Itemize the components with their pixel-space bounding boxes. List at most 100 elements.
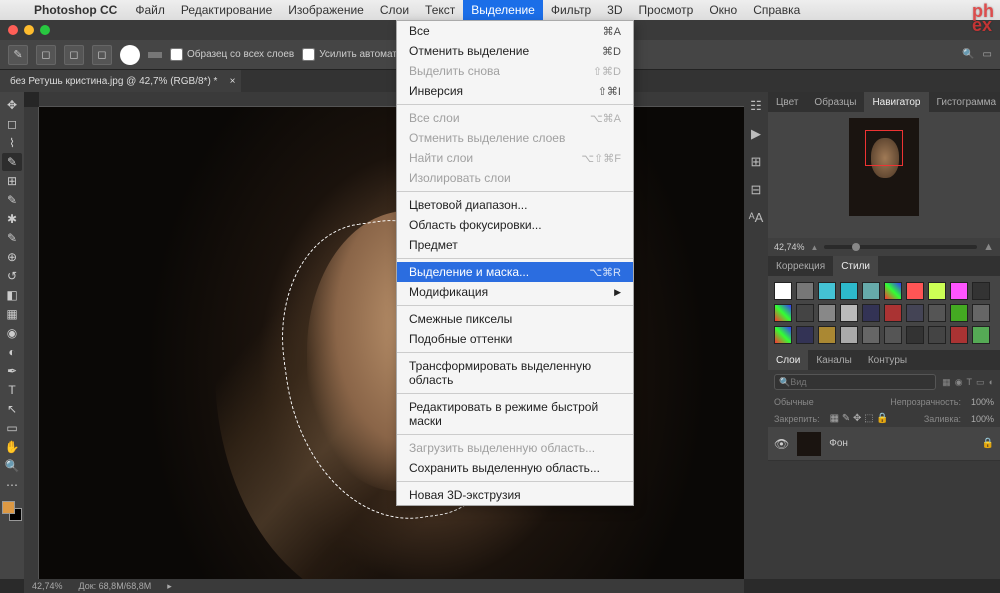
edit-toolbar-icon[interactable]: ⋯	[2, 476, 22, 494]
brush-tool[interactable]: ✎	[2, 229, 22, 247]
zoom-slider[interactable]	[824, 245, 977, 249]
para-panel-icon[interactable]: ⊟	[751, 182, 762, 198]
style-swatch[interactable]	[818, 304, 836, 322]
history-brush-tool[interactable]: ↺	[2, 267, 22, 285]
style-swatch[interactable]	[862, 326, 880, 344]
panel-tab[interactable]: Цвет	[768, 92, 806, 112]
panel-tab[interactable]: Стили	[833, 256, 878, 276]
layer-row[interactable]: 👁 Фон 🔒	[768, 427, 1000, 461]
style-swatch[interactable]	[906, 326, 924, 344]
crop-tool[interactable]: ⊞	[2, 172, 22, 190]
menu-item[interactable]: Модификация▶	[397, 282, 633, 302]
blend-mode-select[interactable]: Обычные	[774, 397, 814, 407]
style-swatch[interactable]	[862, 282, 880, 300]
style-swatch[interactable]	[950, 304, 968, 322]
traffic-zoom-icon[interactable]	[40, 25, 50, 35]
style-swatch[interactable]	[840, 326, 858, 344]
marquee-tool[interactable]: ◻	[2, 115, 22, 133]
document-tab[interactable]: без Ретушь кристина.jpg @ 42,7% (RGB/8*)…	[0, 70, 241, 92]
panel-tab[interactable]: Гистограмма	[929, 92, 1000, 112]
pen-tool[interactable]: ✒	[2, 362, 22, 380]
style-swatch[interactable]	[950, 282, 968, 300]
eyedropper-tool[interactable]: ✎	[2, 191, 22, 209]
brush-size-swatch[interactable]	[120, 45, 140, 65]
menu-item[interactable]: Подобные оттенки	[397, 329, 633, 349]
brush-dropdown-icon[interactable]	[148, 52, 162, 58]
shape-tool[interactable]: ▭	[2, 419, 22, 437]
menu-3d[interactable]: 3D	[599, 0, 630, 20]
navigator-zoom-value[interactable]: 42,74%	[774, 242, 805, 252]
mode-sub-icon[interactable]: ◻	[64, 45, 84, 65]
menu-справка[interactable]: Справка	[745, 0, 808, 20]
navigator-viewport-box[interactable]	[865, 130, 903, 166]
path-select-tool[interactable]: ↖	[2, 400, 22, 418]
play-icon[interactable]: ▶	[751, 126, 761, 142]
lasso-tool[interactable]: ⌇	[2, 134, 22, 152]
style-swatch[interactable]	[950, 326, 968, 344]
layer-filter-icons[interactable]: ▦◉T▭◐	[942, 377, 994, 388]
fill-value[interactable]: 100%	[971, 414, 994, 424]
canvas[interactable]	[39, 107, 744, 579]
style-swatch[interactable]	[774, 282, 792, 300]
panel-tab[interactable]: Каналы	[808, 350, 860, 370]
blur-tool[interactable]: ◉	[2, 324, 22, 342]
traffic-minimize-icon[interactable]	[24, 25, 34, 35]
menu-item[interactable]: Трансформировать выделенную область	[397, 356, 633, 390]
lock-icons[interactable]: ▦ ✎ ✥ ⬚ 🔒	[830, 413, 889, 424]
menu-item[interactable]: Сохранить выделенную область...	[397, 458, 633, 478]
style-swatch[interactable]	[796, 304, 814, 322]
dodge-tool[interactable]: ◐	[2, 343, 22, 361]
style-swatch[interactable]	[884, 304, 902, 322]
zoom-in-icon[interactable]: ▲	[983, 241, 994, 253]
navigator-thumbnail[interactable]	[849, 118, 919, 216]
menu-item[interactable]: Выделение и маска...⌥⌘R	[397, 262, 633, 282]
style-swatch[interactable]	[796, 282, 814, 300]
style-swatch[interactable]	[972, 282, 990, 300]
layer-name[interactable]: Фон	[829, 438, 848, 449]
style-swatch[interactable]	[906, 304, 924, 322]
status-doc-size[interactable]: Док: 68,8M/68,8M	[79, 581, 152, 591]
ruler-horizontal[interactable]	[39, 92, 744, 107]
mode-add-icon[interactable]: ◻	[36, 45, 56, 65]
panel-tab[interactable]: Слои	[768, 350, 808, 370]
sample-all-checkbox[interactable]: Образец со всех слоев	[170, 48, 294, 61]
mode-int-icon[interactable]: ◻	[92, 45, 112, 65]
panel-tab[interactable]: Образцы	[806, 92, 864, 112]
tool-preset-icon[interactable]: ✎	[8, 45, 28, 65]
menu-item[interactable]: Предмет	[397, 235, 633, 255]
search-icon[interactable]: 🔍	[962, 49, 974, 60]
status-arrow-icon[interactable]: ▸	[167, 581, 172, 592]
type-tool[interactable]: T	[2, 381, 22, 399]
style-swatch[interactable]	[928, 304, 946, 322]
eraser-tool[interactable]: ◧	[2, 286, 22, 304]
opacity-value[interactable]: 100%	[971, 397, 994, 407]
quick-select-tool[interactable]: ✎	[2, 153, 22, 171]
menu-item[interactable]: Редактировать в режиме быстрой маски	[397, 397, 633, 431]
menu-выделение[interactable]: Выделение	[463, 0, 543, 20]
visibility-icon[interactable]: 👁	[774, 437, 789, 451]
zoom-out-icon[interactable]: ▲	[811, 243, 819, 252]
menu-слои[interactable]: Слои	[372, 0, 417, 20]
style-swatch[interactable]	[928, 326, 946, 344]
hand-tool[interactable]: ✋	[2, 438, 22, 456]
menu-item[interactable]: Все⌘A	[397, 21, 633, 41]
style-swatch[interactable]	[818, 326, 836, 344]
status-zoom[interactable]: 42,74%	[32, 581, 63, 591]
layer-search-input[interactable]: 🔍	[774, 374, 936, 390]
zoom-tool[interactable]: 🔍	[2, 457, 22, 475]
menu-фильтр[interactable]: Фильтр	[543, 0, 599, 20]
menu-item[interactable]: Инверсия⇧⌘I	[397, 81, 633, 101]
style-swatch[interactable]	[818, 282, 836, 300]
close-tab-icon[interactable]: ×	[230, 76, 236, 87]
style-swatch[interactable]	[796, 326, 814, 344]
style-swatch[interactable]	[884, 326, 902, 344]
menu-изображение[interactable]: Изображение	[280, 0, 372, 20]
brush-panel-icon[interactable]: ⊞	[751, 154, 762, 170]
move-tool[interactable]: ✥	[2, 96, 22, 114]
style-swatch[interactable]	[774, 326, 792, 344]
traffic-close-icon[interactable]	[8, 25, 18, 35]
menu-окно[interactable]: Окно	[701, 0, 745, 20]
panel-tab[interactable]: Навигатор	[864, 92, 928, 112]
style-swatch[interactable]	[862, 304, 880, 322]
workspace-icon[interactable]: ▭	[983, 49, 992, 60]
